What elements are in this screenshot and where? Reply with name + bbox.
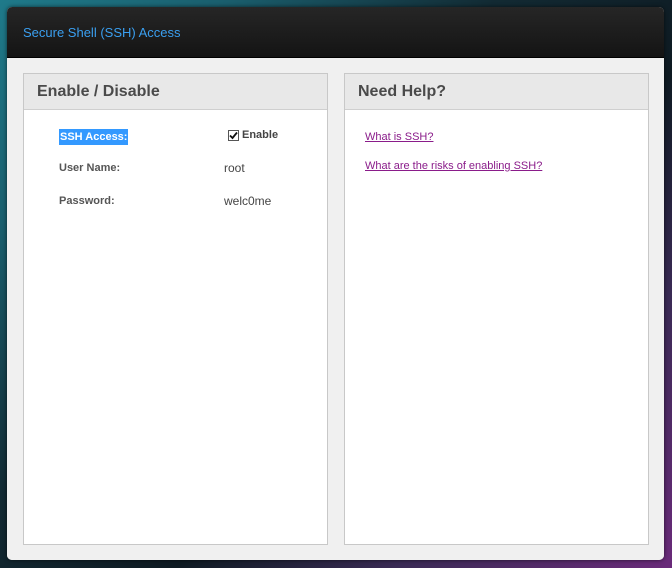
title-bar: Secure Shell (SSH) Access bbox=[7, 7, 664, 58]
password-value: welc0me bbox=[224, 194, 272, 208]
password-label: Password: bbox=[59, 195, 115, 207]
ssh-enable-checkbox[interactable] bbox=[228, 129, 239, 141]
enable-disable-heading: Enable / Disable bbox=[24, 74, 327, 110]
enable-disable-panel: Enable / Disable SSH Access: Enable User… bbox=[23, 73, 328, 545]
app-window: Secure Shell (SSH) Access Enable / Disab… bbox=[7, 7, 664, 560]
password-row: Password: welc0me bbox=[59, 193, 317, 211]
ssh-access-row: SSH Access: Enable bbox=[59, 129, 317, 147]
main-content: Enable / Disable SSH Access: Enable User… bbox=[7, 58, 664, 560]
need-help-panel: Need Help? What is SSH? What are the ris… bbox=[344, 73, 649, 545]
user-name-row: User Name: root bbox=[59, 160, 317, 178]
ssh-enable-label[interactable]: Enable bbox=[242, 129, 278, 141]
ssh-enable-toggle[interactable]: Enable bbox=[228, 129, 278, 141]
window-title: Secure Shell (SSH) Access bbox=[23, 24, 181, 40]
user-name-label: User Name: bbox=[59, 162, 121, 174]
user-name-value: root bbox=[224, 161, 245, 175]
ssh-access-label: SSH Access: bbox=[59, 129, 129, 145]
what-is-ssh-link[interactable]: What is SSH? bbox=[365, 131, 433, 143]
checkmark-icon bbox=[229, 131, 238, 139]
ssh-risks-link[interactable]: What are the risks of enabling SSH? bbox=[365, 160, 542, 172]
need-help-heading: Need Help? bbox=[345, 74, 648, 110]
